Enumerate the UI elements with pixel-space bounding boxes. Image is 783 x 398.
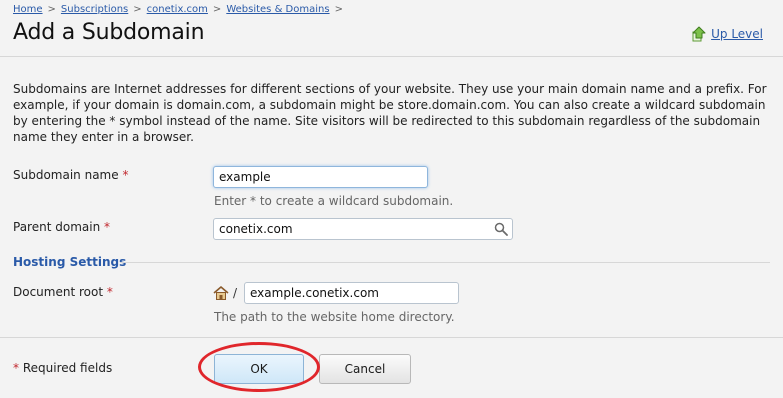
breadcrumb-subscriptions[interactable]: Subscriptions xyxy=(61,4,128,15)
required-marker: * xyxy=(104,220,110,234)
search-icon[interactable] xyxy=(494,222,508,236)
up-level-icon xyxy=(692,26,706,42)
required-marker: * xyxy=(13,361,19,375)
page-title: Add a Subdomain xyxy=(13,20,205,45)
breadcrumb-separator: > xyxy=(212,4,222,15)
subdomain-name-hint: Enter * to create a wildcard subdomain. xyxy=(214,194,454,208)
required-marker: * xyxy=(122,168,129,182)
subdomain-name-label-text: Subdomain name xyxy=(13,168,119,182)
ok-button[interactable]: OK xyxy=(214,354,304,384)
parent-domain-input[interactable] xyxy=(213,218,513,240)
document-root-label-text: Document root xyxy=(13,285,104,299)
document-root-label: Document root * xyxy=(13,285,113,299)
breadcrumb-conetix[interactable]: conetix.com xyxy=(147,4,208,15)
hosting-settings-title: Hosting Settings xyxy=(13,255,127,269)
breadcrumb-separator: > xyxy=(334,4,343,15)
divider xyxy=(0,56,783,57)
parent-domain-label: Parent domain * xyxy=(13,220,110,234)
up-level-link[interactable]: Up Level xyxy=(691,26,763,42)
breadcrumb-separator: > xyxy=(133,4,142,15)
required-fields-text: Required fields xyxy=(22,361,113,375)
subdomain-name-input[interactable] xyxy=(213,166,428,188)
subdomain-name-label: Subdomain name * xyxy=(13,168,128,182)
breadcrumb-home[interactable]: Home xyxy=(13,4,43,15)
home-icon xyxy=(213,286,229,300)
path-separator: / xyxy=(233,286,238,300)
section-divider xyxy=(120,262,770,263)
required-marker: * xyxy=(106,285,113,299)
parent-domain-label-text: Parent domain xyxy=(13,220,101,234)
required-fields-note: * Required fields xyxy=(13,361,112,375)
document-root-hint: The path to the website home directory. xyxy=(214,310,455,324)
divider xyxy=(0,337,783,338)
document-root-input[interactable] xyxy=(244,282,459,304)
breadcrumb: Home > Subscriptions > conetix.com > Web… xyxy=(13,4,348,15)
breadcrumb-separator: > xyxy=(47,4,56,15)
description-text: Subdomains are Internet addresses for di… xyxy=(13,82,767,144)
breadcrumb-websites-domains[interactable]: Websites & Domains xyxy=(226,4,329,15)
up-level-label[interactable]: Up Level xyxy=(711,27,763,41)
cancel-button[interactable]: Cancel xyxy=(319,354,411,384)
